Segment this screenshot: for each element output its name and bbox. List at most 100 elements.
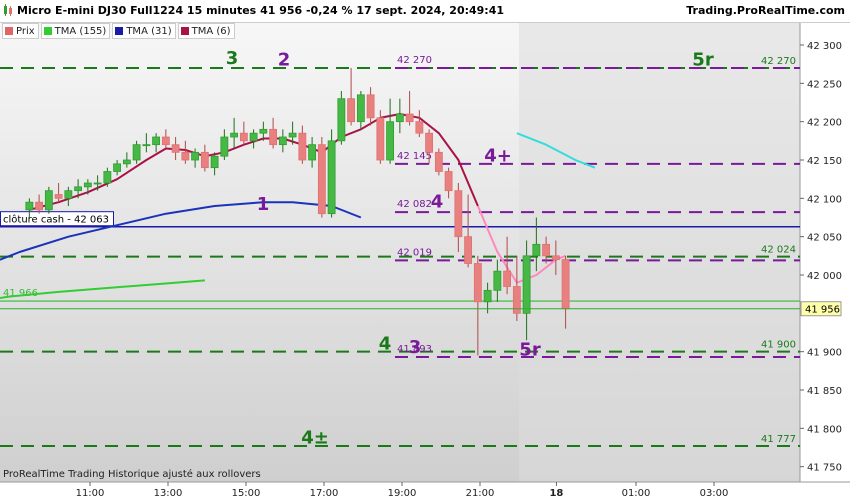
candle-up xyxy=(395,113,404,123)
x-tick-label: 15:00 xyxy=(232,488,261,499)
candle-down xyxy=(405,113,414,123)
chart-title-text: Micro E-mini DJ30 Full1224 15 minutes 41… xyxy=(17,4,505,17)
candle-down xyxy=(200,151,209,169)
candle-down xyxy=(464,236,473,264)
indicator-legend: Prix TMA (155) TMA (31) TMA (6) xyxy=(2,23,235,39)
y-tick-label: 42 250 xyxy=(807,79,842,90)
candle-down xyxy=(171,144,180,153)
candle-up xyxy=(230,132,239,138)
candle-down xyxy=(473,263,482,303)
y-tick-label: 41 750 xyxy=(807,463,842,474)
candle-down xyxy=(454,190,463,238)
candle-down xyxy=(512,286,521,314)
candle-down xyxy=(542,243,551,257)
level-label: 42 082 xyxy=(397,199,432,210)
y-tick-label: 42 100 xyxy=(807,194,842,205)
candle-up xyxy=(259,128,268,134)
candle-down xyxy=(161,136,170,146)
y-tick-label: 42 200 xyxy=(807,118,842,129)
candle-down xyxy=(239,132,248,142)
candle-up xyxy=(522,255,531,314)
x-tick-label: 13:00 xyxy=(154,488,183,499)
wave-annotation: 4 xyxy=(379,333,392,354)
candle-up xyxy=(308,144,317,161)
level-label: 42 270 xyxy=(761,56,796,67)
legend-label: TMA (155) xyxy=(54,25,107,37)
legend-item-tma-31[interactable]: TMA (31) xyxy=(112,23,176,39)
candle-up xyxy=(288,132,297,138)
candle-up xyxy=(386,121,395,161)
instrument-logo-icon xyxy=(4,4,12,16)
legend-swatch-prix xyxy=(5,27,13,35)
candle-down xyxy=(415,121,424,134)
y-tick-label: 42 050 xyxy=(807,233,842,244)
wave-annotation: 4+ xyxy=(484,146,512,167)
candle-up xyxy=(25,201,34,211)
wave-annotation: 5r xyxy=(519,340,541,361)
candle-up xyxy=(74,186,83,192)
x-tick-label: 18 xyxy=(549,488,563,499)
candle-down xyxy=(298,132,307,161)
level-label: 41 777 xyxy=(761,434,796,445)
chart-header: Micro E-mini DJ30 Full1224 15 minutes 41… xyxy=(0,0,850,23)
wave-annotation: 3 xyxy=(409,337,422,358)
candle-up xyxy=(278,136,287,146)
candle-down xyxy=(561,259,570,310)
y-tick-label: 41 900 xyxy=(807,348,842,359)
candle-up xyxy=(122,159,131,165)
candle-down xyxy=(376,117,385,161)
candle-up xyxy=(132,144,141,161)
last-price-label: 41 956 xyxy=(805,305,840,316)
candle-up xyxy=(152,136,161,146)
wave-annotation: 2 xyxy=(278,50,291,71)
candle-up xyxy=(113,163,122,172)
legend-label: Prix xyxy=(16,25,35,37)
footer-note: ProRealTime Trading Historique ajusté au… xyxy=(3,469,261,480)
candle-down xyxy=(317,144,326,215)
x-tick-label: 19:00 xyxy=(388,488,417,499)
candle-up xyxy=(483,289,492,303)
legend-item-tma-155[interactable]: TMA (155) xyxy=(40,23,111,39)
future-session-shade xyxy=(519,22,800,482)
candle-up xyxy=(210,155,219,169)
candle-up xyxy=(64,190,73,199)
y-tick-label: 41 850 xyxy=(807,386,842,397)
x-tick-label: 11:00 xyxy=(76,488,105,499)
y-tick-label: 42 300 xyxy=(807,41,842,52)
candle-up xyxy=(356,94,365,123)
x-tick-label: 01:00 xyxy=(622,488,651,499)
candle-up xyxy=(191,151,200,161)
candle-up xyxy=(44,190,53,211)
candle-up xyxy=(249,132,258,142)
legend-swatch-tma-6 xyxy=(180,27,189,35)
legend-label: TMA (6) xyxy=(191,25,231,37)
candle-up xyxy=(83,182,92,188)
candle-down xyxy=(425,132,434,153)
y-tick-label: 42 000 xyxy=(807,271,842,282)
level-label: 42 024 xyxy=(761,245,796,256)
candle-down xyxy=(269,128,278,146)
legend-item-prix[interactable]: Prix xyxy=(2,23,39,39)
legend-label: TMA (31) xyxy=(126,25,172,37)
wave-annotation: 4± xyxy=(301,428,329,449)
candle-up xyxy=(220,136,229,157)
price-chart[interactable]: 42 30042 25042 20042 15042 10042 05042 0… xyxy=(0,0,850,500)
candle-up xyxy=(493,270,502,291)
x-tick-label: 03:00 xyxy=(700,488,729,499)
brand-link[interactable]: Trading.ProRealTime.com xyxy=(686,4,845,17)
candle-down xyxy=(551,255,560,261)
candle-down xyxy=(347,98,356,123)
candle-down xyxy=(503,270,512,287)
candle-up xyxy=(532,243,541,257)
candle-up xyxy=(103,171,112,184)
candle-down xyxy=(35,201,44,211)
legend-item-tma-6[interactable]: TMA (6) xyxy=(177,23,235,39)
y-tick-label: 41 800 xyxy=(807,424,842,435)
y-axis-panel xyxy=(800,22,850,482)
y-tick-label: 42 150 xyxy=(807,156,842,167)
candle-up xyxy=(337,98,346,142)
candle-down xyxy=(181,151,190,161)
chart-area[interactable]: 42 300 42 250 42 200 42 150 42 100 42 050 42 0… xyxy=(0,0,850,500)
candle-down xyxy=(444,171,453,192)
legend-swatch-tma-31 xyxy=(115,27,124,35)
